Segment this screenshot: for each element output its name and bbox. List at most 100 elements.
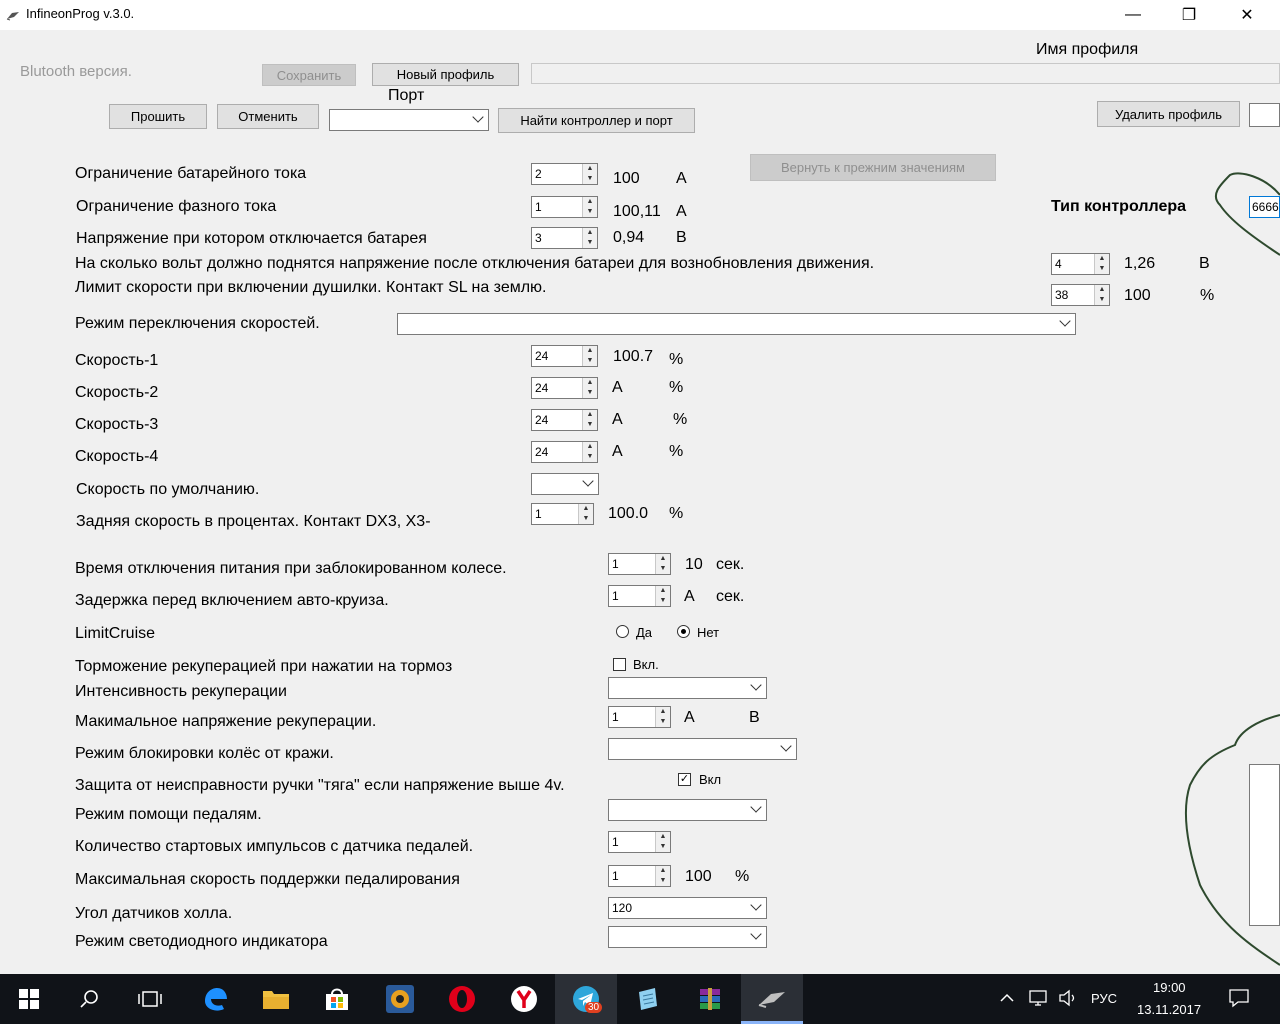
speed1-spinner[interactable]: 24 ▲ ▼ [531, 345, 598, 367]
taskbar-edge[interactable] [184, 974, 246, 1024]
regen-max-voltage-spinner[interactable]: 1 ▲ ▼ [608, 706, 671, 728]
close-button[interactable]: ✕ [1224, 0, 1270, 30]
taskbar-app-media[interactable] [369, 974, 431, 1024]
log-textbox[interactable] [1249, 764, 1280, 926]
throttle-protect-checkbox[interactable]: ✓ [678, 773, 691, 786]
cutoff-voltage-spinner[interactable]: 3 ▲ ▼ [531, 227, 598, 249]
spinner-arrows-icon[interactable]: ▲ ▼ [582, 197, 597, 217]
notifications-icon[interactable] [1228, 988, 1250, 1013]
taskbar-winrar[interactable] [679, 974, 741, 1024]
taskbar-telegram[interactable]: 30 [555, 974, 617, 1024]
spinner-arrows-icon[interactable]: ▲ ▼ [582, 378, 597, 398]
spinner-arrows-icon[interactable]: ▲ ▼ [655, 707, 670, 727]
start-button[interactable] [0, 974, 58, 1024]
winrar-icon [700, 988, 720, 1010]
task-view-button[interactable] [120, 974, 180, 1024]
hall-angle-select[interactable]: 120 [608, 897, 767, 919]
tray-expand-icon[interactable] [999, 990, 1015, 1011]
hall-angle-label: Угол датчиков холла. [75, 905, 233, 922]
cancel-button[interactable]: Отменить [217, 104, 319, 129]
store-icon [326, 988, 348, 1010]
search-button[interactable] [58, 974, 120, 1024]
phase-current-unit: А [676, 203, 687, 220]
find-controller-button[interactable]: Найти контроллер и порт [498, 108, 695, 133]
spinner-arrows-icon[interactable]: ▲ ▼ [582, 442, 597, 462]
limit-cruise-no-radio[interactable] [677, 625, 690, 638]
taskbar-store[interactable] [306, 974, 368, 1024]
profile-name-input[interactable] [531, 63, 1280, 84]
spinner-arrows-icon[interactable]: ▲ ▼ [578, 504, 593, 524]
speed3-readout: А [612, 411, 623, 428]
chevron-down-icon [582, 475, 594, 487]
speed1-label: Скорость-1 [75, 352, 159, 369]
limit-cruise-yes-radio[interactable] [616, 625, 629, 638]
default-speed-label: Скорость по умолчанию. [76, 481, 260, 498]
cutoff-voltage-unit: В [676, 229, 687, 246]
save-button[interactable]: Сохранить [262, 64, 356, 86]
new-profile-button[interactable]: Новый профиль [372, 63, 519, 86]
network-icon[interactable] [1028, 989, 1050, 1012]
speed2-spinner[interactable]: 24 ▲ ▼ [531, 377, 598, 399]
regen-max-voltage-readout: А [684, 709, 695, 726]
spinner-arrows-icon[interactable]: ▲ ▼ [1094, 254, 1109, 274]
throttle-limit-label: Лимит скорости при включении душилки. Ко… [75, 279, 547, 296]
speed2-value: 24 [535, 381, 549, 395]
resume-voltage-spinner[interactable]: 4 ▲ ▼ [1051, 253, 1110, 275]
cruise-delay-spinner[interactable]: 1 ▲ ▼ [608, 585, 671, 607]
pas-mode-select[interactable] [608, 799, 767, 821]
spinner-arrows-icon[interactable]: ▲ ▼ [582, 228, 597, 248]
delete-profile-button[interactable]: Удалить профиль [1097, 101, 1240, 127]
spinner-arrows-icon[interactable]: ▲ ▼ [582, 164, 597, 184]
phase-current-value: 1 [535, 200, 542, 214]
reverse-speed-spinner[interactable]: 1 ▲ ▼ [531, 503, 594, 525]
block-time-spinner[interactable]: 1 ▲ ▼ [608, 553, 671, 575]
taskbar-explorer[interactable] [245, 974, 307, 1024]
spinner-arrows-icon[interactable]: ▲ ▼ [655, 586, 670, 606]
taskbar-infineonprog[interactable] [741, 974, 803, 1024]
taskbar-notepad[interactable] [617, 974, 679, 1024]
taskbar-opera[interactable] [431, 974, 493, 1024]
clock-date[interactable]: 13.11.2017 [1137, 1002, 1201, 1017]
regen-intensity-select[interactable] [608, 677, 767, 699]
regen-max-voltage-value: 1 [612, 710, 619, 724]
profile-select[interactable] [1249, 103, 1280, 127]
pas-max-speed-unit: % [735, 868, 750, 885]
spinner-arrows-icon[interactable]: ▲ ▼ [655, 554, 670, 574]
clock-time[interactable]: 19:00 [1153, 980, 1186, 995]
anti-theft-select[interactable] [608, 738, 797, 760]
restore-defaults-button[interactable]: Вернуть к прежним значениям [750, 154, 996, 181]
cutoff-voltage-readout: 0,94 [613, 229, 645, 246]
maximize-button[interactable]: ❐ [1166, 0, 1212, 30]
phase-current-spinner[interactable]: 1 ▲ ▼ [531, 196, 598, 218]
spinner-arrows-icon[interactable]: ▲ ▼ [582, 346, 597, 366]
spinner-arrows-icon[interactable]: ▲ ▼ [582, 410, 597, 430]
port-select[interactable] [329, 109, 489, 131]
phase-current-readout: 100,11 [613, 203, 661, 220]
pas-max-speed-spinner[interactable]: 1 ▲ ▼ [608, 865, 671, 887]
spinner-arrows-icon[interactable]: ▲ ▼ [655, 866, 670, 886]
led-mode-select[interactable] [608, 926, 767, 948]
throttle-limit-spinner[interactable]: 38 ▲ ▼ [1051, 284, 1110, 306]
default-speed-select[interactable] [531, 473, 599, 495]
windows-icon [19, 989, 39, 1009]
battery-current-value: 2 [535, 167, 542, 181]
speed3-spinner[interactable]: 24 ▲ ▼ [531, 409, 598, 431]
spinner-arrows-icon[interactable]: ▲ ▼ [655, 832, 670, 852]
speed2-readout: А [612, 379, 623, 396]
pas-pulses-spinner[interactable]: 1 ▲ ▼ [608, 831, 671, 853]
flash-button[interactable]: Прошить [109, 104, 207, 129]
telegram-badge: 30 [585, 1002, 603, 1013]
speed4-spinner[interactable]: 24 ▲ ▼ [531, 441, 598, 463]
volume-icon[interactable] [1058, 989, 1080, 1012]
regen-brake-label: Торможение рекуперацией при нажатии на т… [75, 658, 453, 675]
pas-mode-label: Режим помощи педалям. [75, 806, 262, 823]
spinner-arrows-icon[interactable]: ▲ ▼ [1094, 285, 1109, 305]
taskbar-yandex[interactable] [493, 974, 555, 1024]
regen-brake-checkbox[interactable] [613, 658, 626, 671]
battery-current-spinner[interactable]: 2 ▲ ▼ [531, 163, 598, 185]
speed-mode-select[interactable] [397, 313, 1076, 335]
language-indicator[interactable]: РУС [1091, 991, 1117, 1006]
resume-voltage-value: 4 [1055, 257, 1062, 271]
minimize-button[interactable]: — [1110, 0, 1156, 30]
chevron-down-icon [780, 740, 792, 752]
